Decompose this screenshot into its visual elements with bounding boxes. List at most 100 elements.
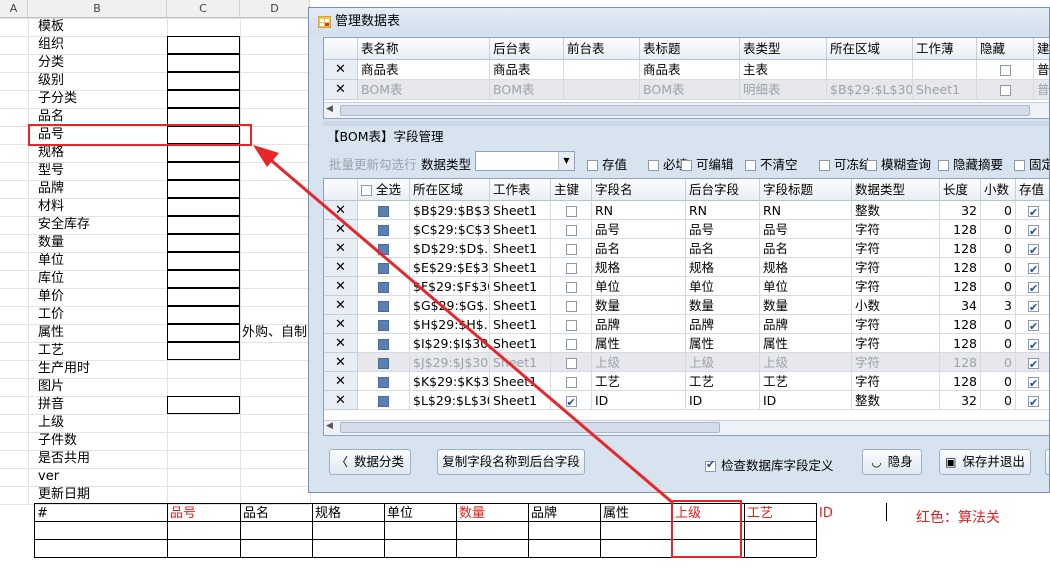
checkbox-icon[interactable]	[999, 65, 1011, 76]
fields-cell[interactable]: 字符	[852, 239, 940, 258]
fields-cell[interactable]	[551, 334, 592, 353]
fields-cell[interactable]: 字符	[852, 220, 940, 239]
row-select-checkbox[interactable]	[378, 282, 389, 293]
fields-cell[interactable]: Sheet1	[490, 258, 551, 277]
tables-cell[interactable]: Sheet1	[913, 80, 977, 100]
fields-cell[interactable]	[1016, 277, 1049, 296]
fields-cell[interactable]: 小数	[852, 296, 940, 315]
tables-column-header[interactable]: 隐藏	[977, 38, 1034, 60]
filter-checkbox[interactable]: 隐藏摘要	[938, 154, 1003, 173]
filter-checkbox[interactable]: 模糊查询	[866, 154, 931, 173]
fields-cell[interactable]: ID	[686, 391, 760, 410]
fields-cell[interactable]: 整数	[852, 201, 940, 220]
fields-cell[interactable]: 上级	[760, 353, 852, 372]
fields-column-header[interactable]: 小数	[981, 179, 1016, 201]
fields-column-header[interactable]: 字段名	[592, 179, 686, 201]
tables-cell[interactable]	[564, 80, 640, 100]
primary-key-checkbox[interactable]	[565, 282, 577, 293]
fields-cell[interactable]: 字符	[852, 334, 940, 353]
fields-cell[interactable]: Sheet1	[490, 201, 551, 220]
fields-cell[interactable]	[551, 277, 592, 296]
fields-cell[interactable]: 34	[940, 296, 981, 315]
hidden-checkbox[interactable]	[977, 80, 1034, 100]
filter-checkbox[interactable]: 可编辑	[681, 154, 734, 173]
primary-key-checkbox[interactable]	[565, 377, 577, 388]
fields-cell[interactable]: ID	[760, 391, 852, 410]
input-cell[interactable]	[167, 324, 240, 342]
fields-cell[interactable]	[1016, 315, 1049, 334]
fields-cell[interactable]: 整数	[852, 391, 940, 410]
fields-cell[interactable]: 3	[981, 296, 1016, 315]
fields-cell[interactable]	[358, 391, 410, 410]
store-value-checkbox[interactable]	[1028, 317, 1039, 333]
row-select-checkbox[interactable]	[378, 244, 389, 255]
fields-cell[interactable]: 128	[940, 353, 981, 372]
fields-cell[interactable]: $J$29:$J$30	[410, 353, 490, 372]
store-value-checkbox[interactable]	[1028, 203, 1039, 219]
input-cell[interactable]	[167, 396, 240, 414]
fields-cell[interactable]: 0	[981, 277, 1016, 296]
scrollbar-thumb[interactable]	[340, 105, 1030, 116]
fields-cell[interactable]: Sheet1	[490, 372, 551, 391]
input-cell[interactable]	[167, 270, 240, 288]
fields-cell[interactable]	[551, 353, 592, 372]
col-header-a[interactable]: A	[0, 0, 28, 18]
fields-cell[interactable]: 128	[940, 372, 981, 391]
tables-column-header[interactable]: 后台表	[490, 38, 564, 60]
fields-cell[interactable]: Sheet1	[490, 391, 551, 410]
tables-column-header[interactable]: 前台表	[564, 38, 640, 60]
fields-cell[interactable]: Sheet1	[490, 315, 551, 334]
fields-cell[interactable]	[1016, 296, 1049, 315]
fields-cell[interactable]	[358, 334, 410, 353]
store-value-checkbox[interactable]	[1028, 355, 1039, 371]
primary-key-checkbox[interactable]	[565, 358, 577, 369]
fields-cell[interactable]	[551, 372, 592, 391]
fields-cell[interactable]	[358, 296, 410, 315]
fields-cell[interactable]: $H$29:$H$...	[410, 315, 490, 334]
fields-cell[interactable]: 数量	[760, 296, 852, 315]
more-button[interactable]	[1045, 449, 1049, 475]
input-cell[interactable]	[167, 198, 240, 216]
copy-fields-button[interactable]: 复制字段名称到后台字段	[437, 449, 585, 475]
fields-cell[interactable]: $C$29:$C$30	[410, 220, 490, 239]
primary-key-checkbox[interactable]	[565, 206, 577, 217]
fields-cell[interactable]: 工艺	[686, 372, 760, 391]
fields-cell[interactable]: RN	[592, 201, 686, 220]
fields-cell[interactable]: 品号	[760, 220, 852, 239]
fields-cell[interactable]: 属性	[686, 334, 760, 353]
delete-row-icon[interactable]: ✕	[324, 258, 358, 277]
fields-cell[interactable]: 32	[940, 201, 981, 220]
fields-cell[interactable]	[1016, 334, 1049, 353]
fields-column-header[interactable]: 长度	[940, 179, 981, 201]
fields-cell[interactable]	[551, 239, 592, 258]
delete-row-icon[interactable]: ✕	[324, 353, 358, 372]
delete-row-icon[interactable]: ✕	[324, 239, 358, 258]
chevron-down-icon[interactable]: ▼	[558, 152, 574, 170]
input-cell[interactable]	[167, 234, 240, 252]
input-cell[interactable]	[167, 144, 240, 162]
input-cell[interactable]	[167, 72, 240, 90]
tables-cell[interactable]	[564, 60, 640, 80]
fields-cell[interactable]	[358, 315, 410, 334]
classify-button[interactable]: 〈数据分类	[329, 449, 411, 475]
store-value-checkbox[interactable]	[1028, 336, 1039, 352]
fields-cell[interactable]	[358, 353, 410, 372]
fields-cell[interactable]: 单位	[686, 277, 760, 296]
input-cell[interactable]	[167, 180, 240, 198]
filter-checkbox[interactable]: 不清空	[745, 154, 798, 173]
fields-cell[interactable]: Sheet1	[490, 220, 551, 239]
fields-cell[interactable]	[358, 201, 410, 220]
input-cell[interactable]	[167, 162, 240, 180]
primary-key-checkbox[interactable]	[565, 301, 577, 312]
tables-cell[interactable]: BOM表	[358, 80, 490, 100]
fields-cell[interactable]: 128	[940, 334, 981, 353]
input-cell[interactable]	[167, 342, 240, 360]
checkbox-icon[interactable]	[999, 85, 1011, 96]
input-cell[interactable]	[167, 288, 240, 306]
fields-cell[interactable]	[1016, 258, 1049, 277]
fields-cell[interactable]: $I$29:$I$30	[410, 334, 490, 353]
tables-cell[interactable]: 商品表	[358, 60, 490, 80]
fields-cell[interactable]: 128	[940, 258, 981, 277]
primary-key-checkbox[interactable]	[565, 339, 577, 350]
fields-cell[interactable]: Sheet1	[490, 353, 551, 372]
